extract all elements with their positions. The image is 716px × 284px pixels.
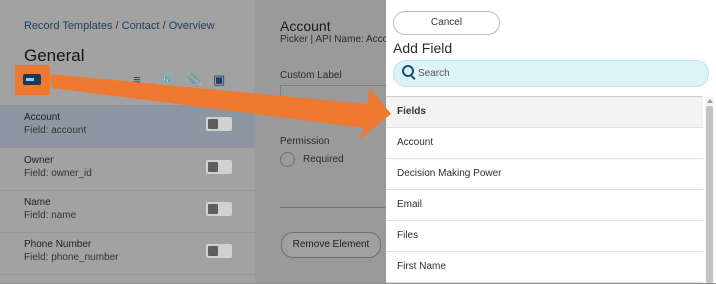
list-item[interactable]: Email bbox=[386, 190, 703, 221]
scrollbar-thumb[interactable] bbox=[706, 106, 713, 283]
breadcrumb-separator: / bbox=[159, 20, 169, 32]
breadcrumb: Record Templates / Contact / Overview bbox=[24, 20, 215, 32]
field-row-title: Phone Number bbox=[24, 239, 92, 250]
field-icon[interactable] bbox=[23, 74, 41, 85]
table-icon[interactable]: ▦ bbox=[54, 72, 66, 88]
custom-label-label: Custom Label bbox=[280, 70, 342, 81]
field-toggle[interactable] bbox=[206, 160, 232, 174]
list-item[interactable]: First Name bbox=[386, 252, 703, 283]
custom-label-input[interactable] bbox=[280, 85, 391, 108]
link-icon[interactable]: 🔗 bbox=[158, 72, 174, 88]
field-row-title: Name bbox=[24, 197, 51, 208]
list-item-label: Files bbox=[397, 230, 419, 241]
image-icon[interactable]: ▣ bbox=[213, 72, 225, 88]
field-row-owner[interactable]: Owner Field: owner_id bbox=[0, 148, 255, 191]
divider bbox=[280, 207, 385, 208]
field-row-api-name: Field: name bbox=[24, 210, 77, 221]
list-item-label: Decision Making Power bbox=[397, 168, 502, 179]
required-radio[interactable] bbox=[280, 152, 295, 167]
field-row-api-name: Field: account bbox=[24, 125, 87, 136]
field-row-name[interactable]: Name Field: name bbox=[0, 190, 255, 233]
section-title: General bbox=[24, 46, 85, 65]
list-item[interactable]: Files bbox=[386, 221, 703, 252]
scroll-up-arrow-icon[interactable] bbox=[707, 99, 713, 103]
list-item[interactable]: Account bbox=[386, 128, 703, 159]
attachment-icon[interactable]: 📎 bbox=[186, 72, 202, 88]
remove-element-button[interactable]: Remove Element bbox=[281, 232, 381, 258]
list-item-label: Email bbox=[397, 199, 423, 210]
list-item-label: Account bbox=[397, 137, 434, 148]
list-header-fields: Fields bbox=[386, 97, 703, 128]
add-field-title: Add Field bbox=[393, 40, 453, 56]
details-subtitle: Picker | API Name: Accou bbox=[280, 34, 394, 45]
list-item[interactable]: Decision Making Power bbox=[386, 159, 703, 190]
breadcrumb-contact[interactable]: Contact bbox=[122, 20, 160, 32]
field-row-api-name: Field: owner_id bbox=[24, 168, 92, 179]
required-label: Required bbox=[303, 154, 344, 165]
field-toggle[interactable] bbox=[206, 244, 232, 258]
list-header-label: Fields bbox=[397, 106, 426, 117]
field-toggle[interactable] bbox=[206, 202, 232, 216]
field-row-title: Owner bbox=[24, 155, 54, 166]
breadcrumb-separator: / bbox=[112, 20, 122, 32]
text-icon[interactable]: ≡ bbox=[133, 72, 141, 88]
details-title: Account bbox=[280, 18, 331, 34]
permission-label: Permission bbox=[280, 136, 330, 147]
search-icon bbox=[402, 65, 414, 77]
cancel-button[interactable]: Cancel bbox=[393, 11, 500, 35]
breadcrumb-overview[interactable]: Overview bbox=[169, 20, 215, 32]
breadcrumb-record-templates[interactable]: Record Templates bbox=[24, 20, 112, 32]
field-list: Fields Account Decision Making Power Ema… bbox=[386, 96, 703, 284]
search-input[interactable] bbox=[418, 66, 698, 80]
field-row-account[interactable]: Account Field: account bbox=[0, 105, 255, 148]
field-row-api-name: Field: phone_number bbox=[24, 252, 119, 263]
list-item-label: First Name bbox=[397, 261, 446, 272]
field-row-title: Account bbox=[24, 112, 61, 123]
field-row-phone-number[interactable]: Phone Number Field: phone_number bbox=[0, 232, 255, 275]
field-toggle[interactable] bbox=[206, 117, 232, 131]
